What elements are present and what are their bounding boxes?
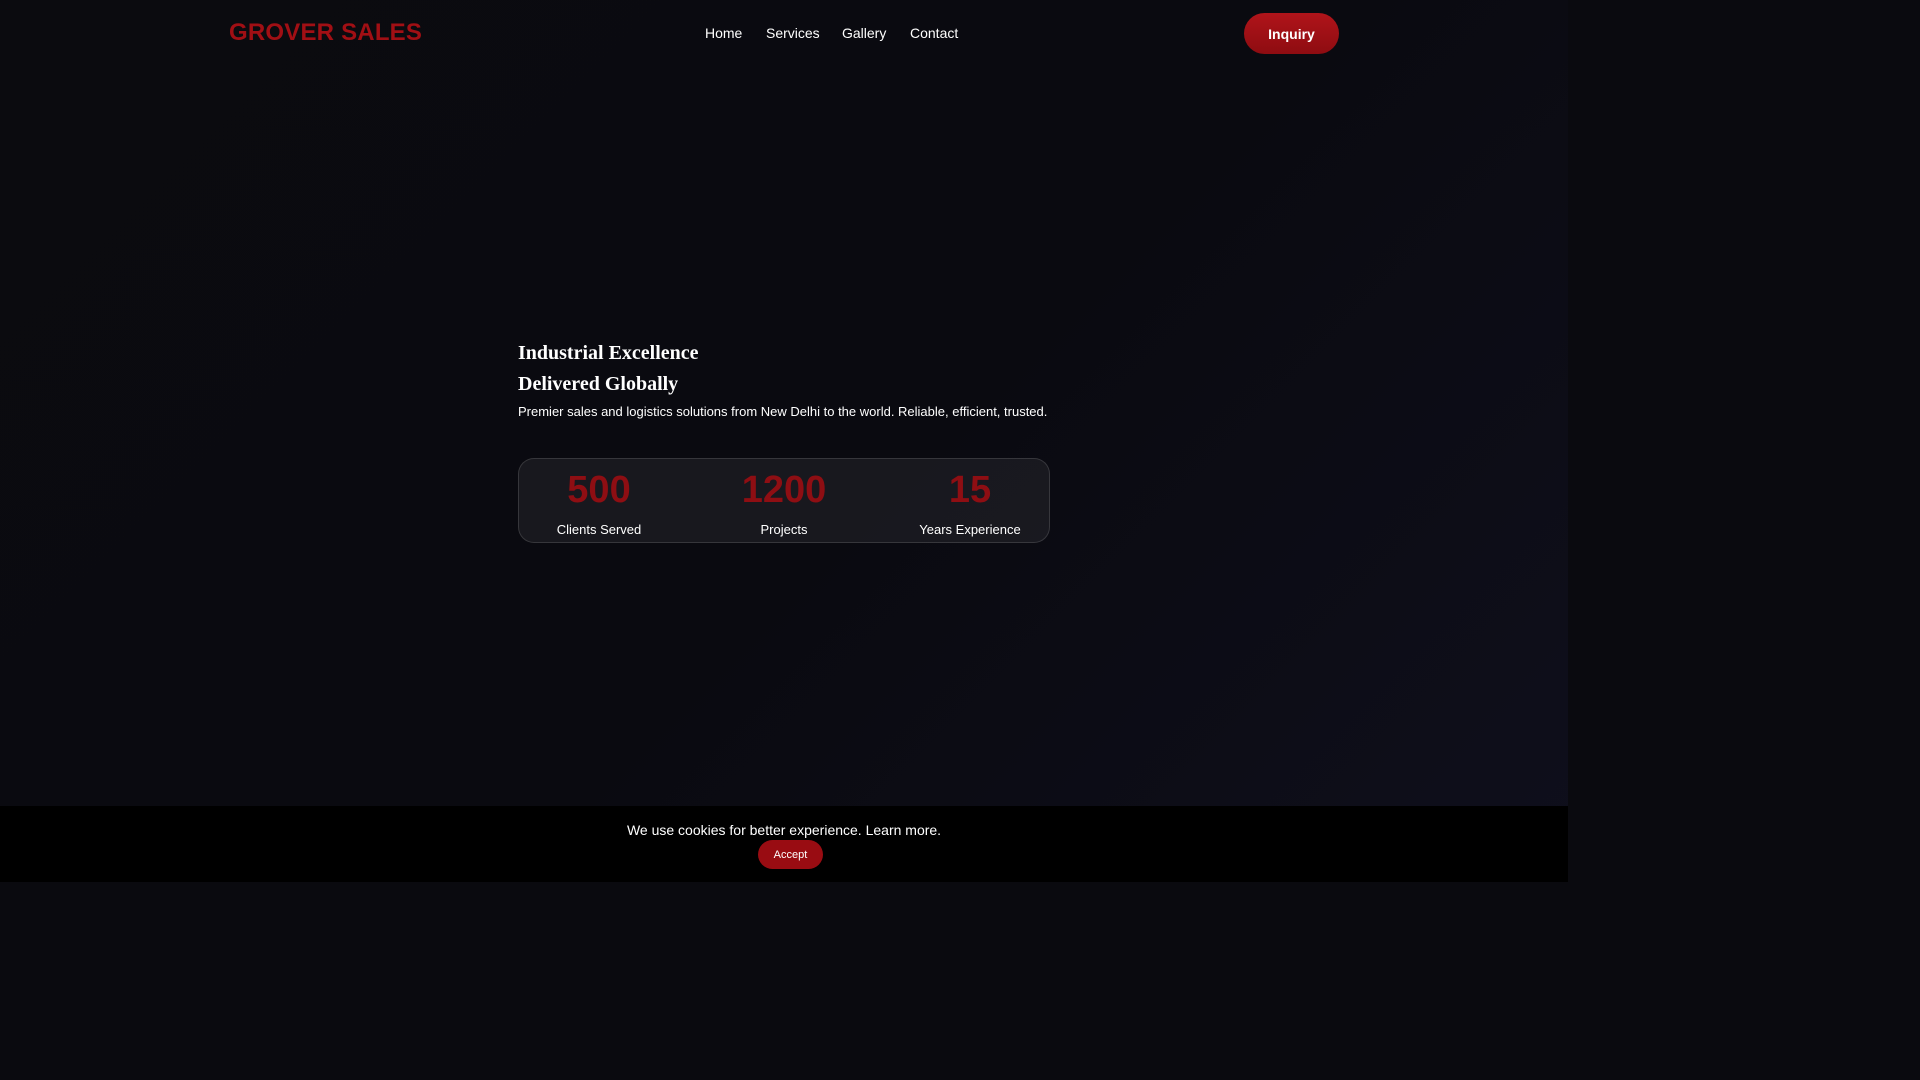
stat-years-experience: 15 Years Experience <box>890 467 1050 538</box>
hero-section: Industrial Excellence Delivered Globally… <box>518 338 1058 421</box>
nav-link-services[interactable]: Services <box>766 23 820 43</box>
hero-title-line2: Delivered Globally <box>518 373 679 395</box>
hero-title: Industrial Excellence Delivered Globally <box>518 338 1058 400</box>
accept-cookies-button[interactable]: Accept <box>758 840 823 869</box>
hero-title-line1: Industrial Excellence <box>518 342 699 364</box>
hero-subtitle: Premier sales and logistics solutions fr… <box>518 404 1048 419</box>
stat-label: Clients Served <box>556 522 642 537</box>
stats-card: 500 Clients Served 1200 Projects 15 Year… <box>518 458 1050 543</box>
cookie-banner: We use cookies for better experience. Le… <box>0 806 1568 882</box>
stat-label: Projects <box>760 522 808 537</box>
nav-link-contact[interactable]: Contact <box>910 23 958 43</box>
stat-label: Years Experience <box>919 522 1021 537</box>
top-navigation: GROVER SALES Home Services Gallery Conta… <box>0 0 1568 66</box>
stat-value: 500 <box>567 469 631 511</box>
page: GROVER SALES Home Services Gallery Conta… <box>0 0 1568 882</box>
stat-value: 15 <box>948 469 992 511</box>
cookie-message: We use cookies for better experience. Le… <box>626 822 942 838</box>
stat-projects: 1200 Projects <box>704 467 864 538</box>
inquiry-button[interactable]: Inquiry <box>1244 13 1339 54</box>
nav-link-home[interactable]: Home <box>705 23 742 43</box>
stat-clients-served: 500 Clients Served <box>519 467 679 538</box>
nav-link-gallery[interactable]: Gallery <box>842 23 886 43</box>
stat-value: 1200 <box>741 469 827 511</box>
